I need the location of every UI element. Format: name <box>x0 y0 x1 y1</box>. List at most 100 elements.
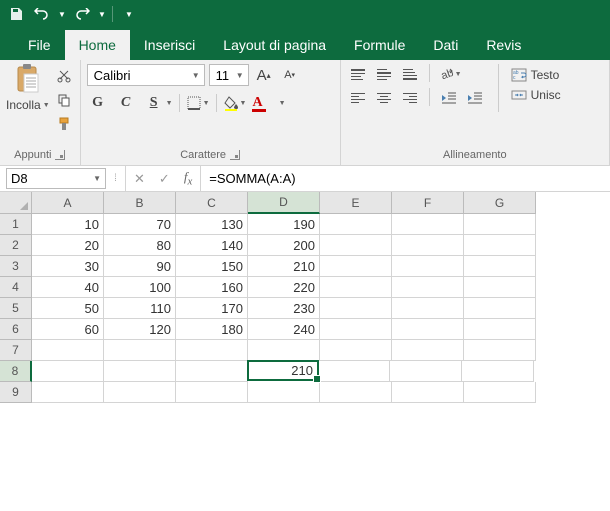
insert-function-button[interactable]: fx <box>184 169 192 188</box>
redo-button[interactable] <box>70 2 94 26</box>
cell-F1[interactable] <box>392 214 464 235</box>
cell-F3[interactable] <box>392 256 464 277</box>
cell-B1[interactable]: 70 <box>104 214 176 235</box>
cell-B2[interactable]: 80 <box>104 235 176 256</box>
borders-button[interactable]: ▼ <box>186 95 210 111</box>
clipboard-launcher[interactable] <box>55 150 65 160</box>
cancel-formula-button[interactable]: ✕ <box>134 171 145 187</box>
save-icon[interactable] <box>4 2 28 26</box>
cell-D4[interactable]: 220 <box>248 277 320 298</box>
cell-A7[interactable] <box>32 340 104 361</box>
row-header-5[interactable]: 5 <box>0 298 32 319</box>
column-header-E[interactable]: E <box>320 192 392 214</box>
enter-formula-button[interactable]: ✓ <box>159 171 170 187</box>
cell-B7[interactable] <box>104 340 176 361</box>
redo-dropdown[interactable]: ▼ <box>96 2 108 26</box>
cell-C6[interactable]: 180 <box>176 319 248 340</box>
cell-A5[interactable]: 50 <box>32 298 104 319</box>
cell-D2[interactable]: 200 <box>248 235 320 256</box>
cell-E6[interactable] <box>320 319 392 340</box>
cell-C7[interactable] <box>176 340 248 361</box>
cell-E1[interactable] <box>320 214 392 235</box>
align-left-button[interactable] <box>347 88 369 108</box>
row-header-4[interactable]: 4 <box>0 277 32 298</box>
cell-G2[interactable] <box>464 235 536 256</box>
cell-G3[interactable] <box>464 256 536 277</box>
column-header-A[interactable]: A <box>32 192 104 214</box>
formula-input[interactable]: =SOMMA(A:A) <box>201 166 610 191</box>
cell-F2[interactable] <box>392 235 464 256</box>
cell-E7[interactable] <box>320 340 392 361</box>
column-header-G[interactable]: G <box>464 192 536 214</box>
undo-dropdown[interactable]: ▼ <box>56 2 68 26</box>
tab-data[interactable]: Dati <box>419 30 472 60</box>
cell-A3[interactable]: 30 <box>32 256 104 277</box>
align-center-button[interactable] <box>373 88 395 108</box>
cell-G5[interactable] <box>464 298 536 319</box>
cell-C3[interactable]: 150 <box>176 256 248 277</box>
column-header-F[interactable]: F <box>392 192 464 214</box>
cell-A6[interactable]: 60 <box>32 319 104 340</box>
cell-F7[interactable] <box>392 340 464 361</box>
grow-font-button[interactable]: A▴ <box>253 64 275 86</box>
cell-C2[interactable]: 140 <box>176 235 248 256</box>
underline-button[interactable]: S▼ <box>143 92 173 114</box>
bold-button[interactable]: G <box>87 92 109 114</box>
font-launcher[interactable] <box>230 150 240 160</box>
cell-A9[interactable] <box>32 382 104 403</box>
row-header-6[interactable]: 6 <box>0 319 32 340</box>
cell-E5[interactable] <box>320 298 392 319</box>
cell-G6[interactable] <box>464 319 536 340</box>
font-size-combo[interactable]: 11▼ <box>209 64 249 86</box>
cell-E2[interactable] <box>320 235 392 256</box>
cut-button[interactable] <box>54 66 74 86</box>
align-middle-button[interactable] <box>373 64 395 84</box>
cell-F8[interactable] <box>390 361 462 382</box>
cell-D9[interactable] <box>248 382 320 403</box>
cell-G9[interactable] <box>464 382 536 403</box>
name-box[interactable]: D8▼ <box>6 168 106 189</box>
row-header-9[interactable]: 9 <box>0 382 32 403</box>
copy-button[interactable] <box>54 90 74 110</box>
cell-A1[interactable]: 10 <box>32 214 104 235</box>
column-header-B[interactable]: B <box>104 192 176 214</box>
cell-E4[interactable] <box>320 277 392 298</box>
align-bottom-button[interactable] <box>399 64 421 84</box>
tab-review[interactable]: Revis <box>472 30 535 60</box>
cell-G4[interactable] <box>464 277 536 298</box>
cell-A8[interactable] <box>32 361 104 382</box>
cell-A4[interactable]: 40 <box>32 277 104 298</box>
tab-formulas[interactable]: Formule <box>340 30 419 60</box>
cell-E8[interactable] <box>318 361 390 382</box>
wrap-text-button[interactable]: abcTesto <box>511 68 561 82</box>
align-top-button[interactable] <box>347 64 369 84</box>
tab-page-layout[interactable]: Layout di pagina <box>209 30 340 60</box>
row-header-2[interactable]: 2 <box>0 235 32 256</box>
customize-qat-dropdown[interactable]: ▼ <box>117 2 141 26</box>
column-header-C[interactable]: C <box>176 192 248 214</box>
cell-C1[interactable]: 130 <box>176 214 248 235</box>
shrink-font-button[interactable]: A▾ <box>279 64 301 86</box>
row-header-1[interactable]: 1 <box>0 214 32 235</box>
font-color-button[interactable]: A▼ <box>252 95 285 112</box>
cell-E3[interactable] <box>320 256 392 277</box>
cell-D7[interactable] <box>248 340 320 361</box>
cell-A2[interactable]: 20 <box>32 235 104 256</box>
cell-D3[interactable]: 210 <box>248 256 320 277</box>
undo-button[interactable] <box>30 2 54 26</box>
cell-B9[interactable] <box>104 382 176 403</box>
row-header-3[interactable]: 3 <box>0 256 32 277</box>
cell-C8[interactable] <box>176 361 248 382</box>
cell-G7[interactable] <box>464 340 536 361</box>
cell-B5[interactable]: 110 <box>104 298 176 319</box>
row-header-7[interactable]: 7 <box>0 340 32 361</box>
fill-color-button[interactable]: ▼ <box>223 95 247 111</box>
italic-button[interactable]: C <box>115 92 137 114</box>
format-painter-button[interactable] <box>54 114 74 134</box>
chevron-down-icon[interactable]: ▼ <box>93 174 101 183</box>
font-name-combo[interactable]: Calibri▼ <box>87 64 205 86</box>
cell-F6[interactable] <box>392 319 464 340</box>
tab-file[interactable]: File <box>14 30 65 60</box>
cell-D6[interactable]: 240 <box>248 319 320 340</box>
cell-F9[interactable] <box>392 382 464 403</box>
